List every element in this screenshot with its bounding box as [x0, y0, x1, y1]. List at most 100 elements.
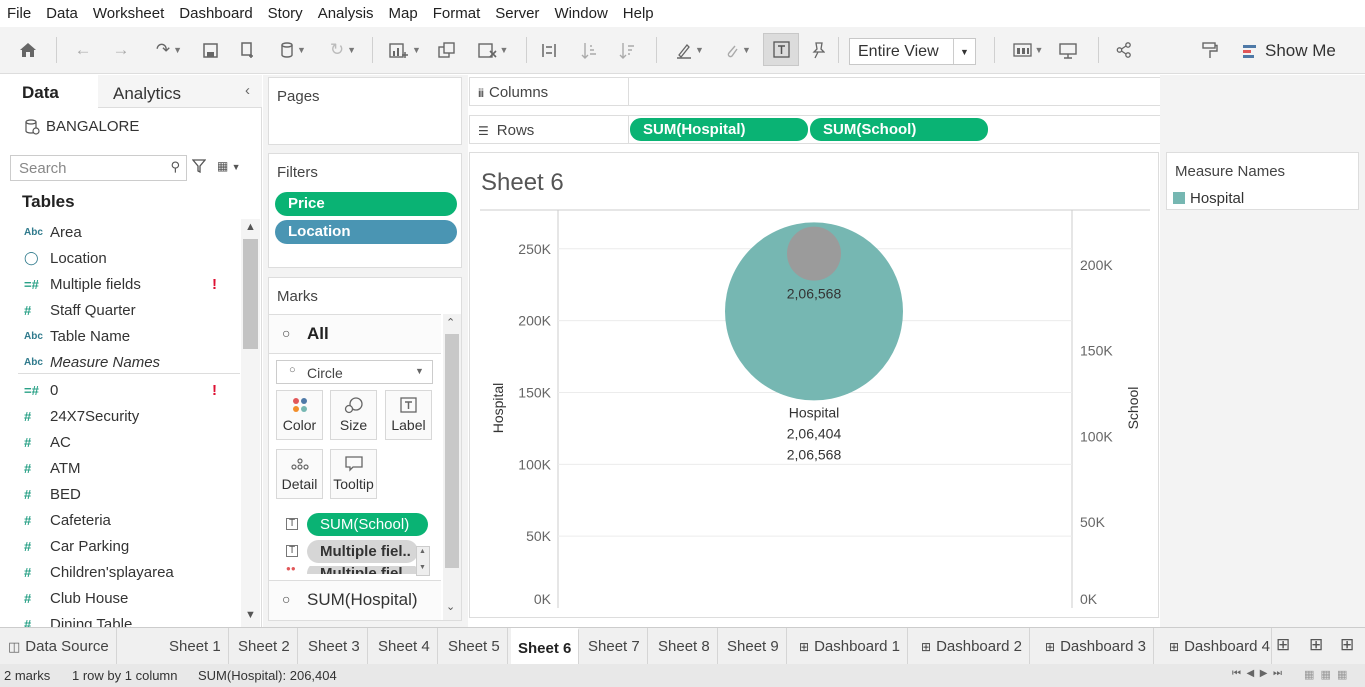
menu-help[interactable]: Help [616, 5, 662, 22]
rows-pill-hospital[interactable]: SUM(Hospital) [630, 118, 808, 141]
menu-window[interactable]: Window [547, 5, 615, 22]
scroll-up-icon[interactable]: ▲ [245, 221, 256, 233]
field-item[interactable]: ◯ Location [0, 245, 240, 271]
marks-hospital-row[interactable]: ○ SUM(Hospital) [269, 580, 441, 620]
field-item[interactable]: Abc Measure Names [0, 349, 240, 375]
marks-all-row[interactable]: ○ All [269, 314, 441, 354]
scroll-up-icon[interactable]: ⌃ [446, 316, 455, 329]
filter-pill-price[interactable]: Price [275, 192, 457, 216]
show-cards-icon[interactable]: ▼ [1006, 35, 1050, 65]
scroll-down-icon[interactable]: ▼ [245, 609, 256, 621]
tab-data[interactable]: Data [0, 75, 98, 109]
menu-data[interactable]: Data [39, 5, 86, 22]
sort-ascending-icon[interactable] [576, 35, 602, 65]
marks-pill-multiple[interactable]: Multiple fiel.. [307, 540, 418, 563]
menu-format[interactable]: Format [426, 5, 489, 22]
highlight-icon[interactable]: ▼ [668, 35, 712, 65]
field-item[interactable]: # Club House [0, 585, 240, 611]
marks-pill-school[interactable]: SUM(School) [307, 513, 428, 536]
tab-dashboard-1[interactable]: ⊞ Dashboard 1 [792, 628, 908, 665]
tab-sheet-4[interactable]: Sheet 4 [371, 628, 438, 665]
field-item[interactable]: Abc Area [0, 219, 240, 245]
pin-icon[interactable] [806, 35, 830, 65]
tab-sheet-7[interactable]: Sheet 7 [581, 628, 648, 665]
clear-sheet-icon[interactable]: ▼ [470, 35, 516, 65]
field-item[interactable]: # Staff Quarter [0, 297, 240, 323]
tab-sheet-9[interactable]: Sheet 9 [720, 628, 787, 665]
filters-card[interactable]: Filters Price Location [268, 153, 462, 268]
field-item[interactable]: # ATM [0, 455, 240, 481]
view-options-icon[interactable]: ▦ ▼ [217, 159, 241, 173]
pill-scrollbar[interactable]: ▲ ▼ [416, 546, 430, 576]
field-item[interactable]: # BED [0, 481, 240, 507]
menu-story[interactable]: Story [261, 5, 311, 22]
save-icon[interactable] [198, 35, 222, 65]
tooltip-button[interactable]: Tooltip [330, 449, 377, 499]
back-icon[interactable]: ← [70, 35, 96, 65]
field-item[interactable]: # Cafeteria [0, 507, 240, 533]
tab-sheet-6[interactable]: Sheet 6 [511, 628, 580, 665]
field-list-scrollbar[interactable]: ▲ ▼ [241, 219, 260, 627]
menu-server[interactable]: Server [488, 5, 547, 22]
size-button[interactable]: Size [330, 390, 377, 440]
marks-pill-multiple-2[interactable]: Multiple fiel.. [307, 566, 418, 574]
menu-dashboard[interactable]: Dashboard [172, 5, 260, 22]
pages-card[interactable]: Pages [268, 77, 462, 145]
forward-icon[interactable]: → [108, 35, 134, 65]
datasource-item[interactable]: BANGALORE [24, 118, 139, 135]
field-item[interactable]: Abc Table Name [0, 323, 240, 349]
tab-sheet-5[interactable]: Sheet 5 [441, 628, 508, 665]
filter-icon[interactable] [191, 159, 207, 176]
scroll-down-icon[interactable]: ▼ [419, 564, 426, 571]
new-sheet-icon[interactable]: ⊞ [1276, 635, 1290, 655]
presentation-icon[interactable] [1056, 35, 1080, 65]
new-worksheet-icon[interactable]: ▼ [382, 35, 428, 65]
group-icon[interactable]: ▼ [716, 35, 760, 65]
swap-icon[interactable] [536, 35, 562, 65]
field-item[interactable]: # Car Parking [0, 533, 240, 559]
scroll-up-icon[interactable]: ▲ [419, 548, 426, 555]
tab-sheet-1[interactable]: Sheet 1 [162, 628, 229, 665]
datasource-icon[interactable]: ▼ [272, 35, 314, 65]
share-icon[interactable] [1112, 35, 1136, 65]
scroll-thumb[interactable] [243, 239, 258, 349]
collapse-pane-icon[interactable]: ‹ [245, 82, 250, 99]
detail-button[interactable]: Detail [276, 449, 323, 499]
search-field[interactable]: Search ⚲ [10, 155, 187, 181]
marks-scrollbar[interactable]: ⌃ ⌄ [443, 314, 461, 620]
scroll-down-icon[interactable]: ⌄ [446, 600, 455, 613]
label-button[interactable]: Label [385, 390, 432, 440]
refresh-icon[interactable]: ↻ ▼ [320, 35, 366, 65]
home-icon[interactable] [14, 35, 42, 65]
tab-sheet-2[interactable]: Sheet 2 [231, 628, 298, 665]
field-item[interactable]: # Children'splayarea [0, 559, 240, 585]
tab-dashboard-4[interactable]: ⊞ Dashboard 4 [1162, 628, 1272, 665]
menu-worksheet[interactable]: Worksheet [86, 5, 172, 22]
menu-file[interactable]: File [0, 5, 39, 22]
redo-icon[interactable]: ↷ ▼ [146, 35, 192, 65]
menu-map[interactable]: Map [382, 5, 426, 22]
menu-analysis[interactable]: Analysis [311, 5, 382, 22]
view-mode-icons[interactable]: ▦ ▦ ▦ [1304, 668, 1347, 681]
duplicate-icon[interactable] [434, 35, 458, 65]
view-size-select[interactable]: Entire View ▼ [849, 38, 976, 65]
tab-dashboard-2[interactable]: ⊞ Dashboard 2 [914, 628, 1030, 665]
tab-sheet-8[interactable]: Sheet 8 [651, 628, 718, 665]
show-labels-icon[interactable] [763, 33, 799, 66]
sheet-nav-icons[interactable]: ⏮ ◀ ▶ ⏭ [1232, 668, 1282, 679]
tab-data-source[interactable]: ◫ Data Source [0, 628, 117, 665]
scroll-thumb[interactable] [445, 334, 459, 568]
sort-descending-icon[interactable] [614, 35, 640, 65]
show-me-button[interactable]: Show Me [1243, 38, 1336, 64]
field-item[interactable]: #24X7Security [0, 403, 240, 429]
paint-roller-icon[interactable] [1198, 35, 1222, 65]
tab-sheet-3[interactable]: Sheet 3 [301, 628, 368, 665]
field-item[interactable]: =# 0! [0, 377, 240, 403]
field-item[interactable]: # AC [0, 429, 240, 455]
color-legend[interactable]: Measure Names Hospital [1166, 152, 1359, 210]
new-dashboard-icon[interactable]: ⊞ [1309, 635, 1323, 655]
field-item[interactable]: =# Multiple fields! [0, 271, 240, 297]
filter-pill-location[interactable]: Location [275, 220, 457, 244]
color-button[interactable]: Color [276, 390, 323, 440]
tab-dashboard-3[interactable]: ⊞ Dashboard 3 [1038, 628, 1154, 665]
